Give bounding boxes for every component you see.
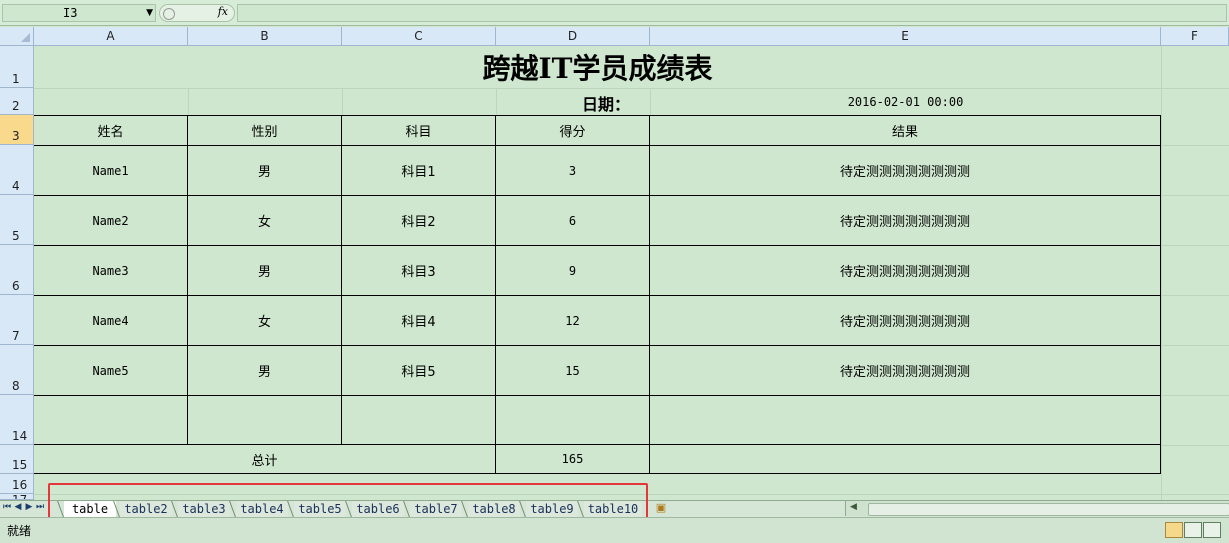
date-label[interactable]: 日期： [582, 91, 650, 115]
table-cell[interactable]: 男 [188, 346, 341, 395]
last-sheet-icon[interactable]: ⏭ [35, 502, 45, 512]
total-value[interactable]: 165 [496, 445, 649, 473]
horizontal-scrollbar[interactable]: ◀ [845, 501, 1229, 516]
header-subject[interactable]: 科目 [342, 116, 495, 145]
column-header-a[interactable]: A [34, 27, 188, 46]
row-header-8[interactable]: 8 [0, 345, 34, 395]
table-cell[interactable]: 科目5 [342, 346, 495, 395]
page-break-view-icon[interactable] [1203, 522, 1221, 538]
name-box[interactable]: I3 ▼ [2, 4, 156, 22]
column-header-b[interactable]: B [188, 27, 342, 46]
table-cell[interactable]: 待定测测测测测测测测 [650, 346, 1160, 395]
header-gender[interactable]: 性别 [188, 116, 341, 145]
row-header-5[interactable]: 5 [0, 195, 34, 245]
table-cell[interactable]: 待定测测测测测测测测 [650, 296, 1160, 345]
status-text: 就绪 [7, 524, 32, 538]
table-border [34, 473, 1161, 474]
table-cell[interactable]: 女 [188, 296, 341, 345]
table-cell[interactable]: 3 [496, 146, 649, 195]
row-header-1[interactable]: 1 [0, 46, 34, 88]
gridline [1161, 195, 1229, 196]
table-cell[interactable]: 6 [496, 196, 649, 245]
column-header-e[interactable]: E [650, 27, 1161, 46]
name-box-value: I3 [63, 6, 78, 20]
gridline [1161, 345, 1229, 346]
table-cell[interactable]: Name3 [34, 246, 187, 295]
scroll-left-icon[interactable]: ◀ [850, 502, 857, 512]
gridline [1161, 145, 1229, 146]
table-cell[interactable]: 女 [188, 196, 341, 245]
gridline [496, 88, 497, 115]
table-cell[interactable]: 男 [188, 246, 341, 295]
formula-circle-icon [163, 8, 175, 20]
gridline [342, 88, 343, 115]
next-sheet-icon[interactable]: ▶ [24, 502, 34, 512]
status-bar: 就绪 [0, 517, 1229, 543]
table-cell[interactable]: Name2 [34, 196, 187, 245]
gridline [1161, 445, 1229, 446]
gridline [1161, 295, 1229, 296]
page-layout-view-icon[interactable] [1184, 522, 1202, 538]
row-header-4[interactable]: 4 [0, 145, 34, 195]
header-score[interactable]: 得分 [496, 116, 649, 145]
table-cell[interactable]: 男 [188, 146, 341, 195]
table-cell[interactable]: 待定测测测测测测测测 [650, 146, 1160, 195]
table-cell[interactable]: 12 [496, 296, 649, 345]
header-name[interactable]: 姓名 [34, 116, 187, 145]
table-cell[interactable]: Name1 [34, 146, 187, 195]
normal-view-icon[interactable] [1165, 522, 1183, 538]
table-cell[interactable]: 科目4 [342, 296, 495, 345]
header-result[interactable]: 结果 [650, 116, 1160, 145]
scrollbar-thumb[interactable] [868, 503, 1229, 516]
table-cell[interactable]: 科目3 [342, 246, 495, 295]
table-cell[interactable]: 15 [496, 346, 649, 395]
chevron-down-icon[interactable]: ▼ [146, 5, 153, 21]
gridline [188, 88, 189, 115]
function-buttons[interactable]: fx [159, 4, 235, 22]
sheet-title[interactable]: 跨越IT学员成绩表 [34, 46, 1161, 88]
row-header-14[interactable]: 14 [0, 395, 34, 445]
gridline [1161, 46, 1162, 500]
date-value[interactable]: 2016-02-01 00:00 [650, 88, 1161, 115]
prev-sheet-icon[interactable]: ◀ [13, 502, 23, 512]
gridline [1161, 395, 1229, 396]
gridline [1161, 245, 1229, 246]
table-border [1160, 115, 1161, 474]
select-all-corner[interactable] [0, 27, 34, 46]
table-cell[interactable]: 待定测测测测测测测测 [650, 246, 1160, 295]
table-cell[interactable]: 待定测测测测测测测测 [650, 196, 1160, 245]
column-header-f[interactable]: F [1161, 27, 1229, 46]
table-border [34, 395, 1161, 396]
row-header-7[interactable]: 7 [0, 295, 34, 345]
insert-sheet-icon[interactable]: ▣ [653, 501, 669, 514]
column-header-d[interactable]: D [496, 27, 650, 46]
table-cell[interactable]: 9 [496, 246, 649, 295]
row-header-16[interactable]: 16 [0, 474, 34, 494]
row-header-3[interactable]: 3 [0, 115, 34, 145]
first-sheet-icon[interactable]: ⏮ [2, 502, 12, 512]
total-label[interactable]: 总计 [34, 445, 495, 473]
table-cell[interactable]: 科目1 [342, 146, 495, 195]
formula-input[interactable] [237, 4, 1227, 22]
table-cell[interactable]: 科目2 [342, 196, 495, 245]
column-header-c[interactable]: C [342, 27, 496, 46]
table-cell[interactable]: Name5 [34, 346, 187, 395]
insert-function-button[interactable]: fx [218, 5, 228, 18]
row-header-15[interactable]: 15 [0, 445, 34, 474]
row-header-2[interactable]: 2 [0, 88, 34, 115]
table-cell[interactable]: Name4 [34, 296, 187, 345]
row-header-6[interactable]: 6 [0, 245, 34, 295]
